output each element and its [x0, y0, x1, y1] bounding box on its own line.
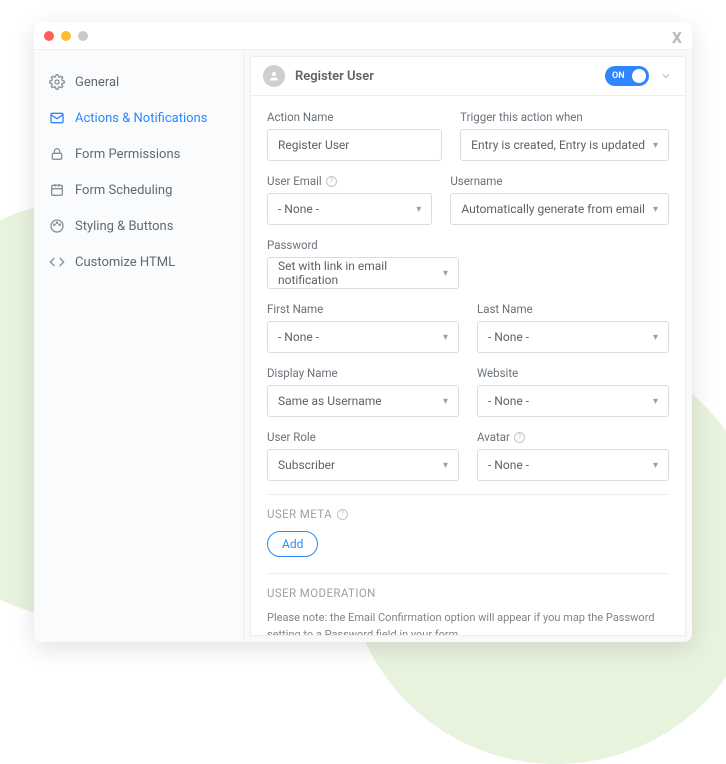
chevron-down-icon: ▾ — [443, 460, 448, 471]
trigger-label: Trigger this action when — [460, 110, 669, 124]
window-body: General Actions & Notifications Form Per… — [34, 50, 692, 642]
app-window: x General Actions & Notifications Form P — [34, 22, 692, 642]
user-role-label: User Role — [267, 430, 459, 444]
mail-icon — [49, 110, 65, 126]
gear-icon — [49, 74, 65, 90]
sidebar-item-label: Customize HTML — [75, 255, 175, 270]
username-label: Username — [450, 174, 669, 188]
trigger-select[interactable]: Entry is created, Entry is updated ▾ — [460, 129, 669, 161]
divider — [267, 573, 669, 574]
divider — [267, 494, 669, 495]
sidebar-item-label: Actions & Notifications — [75, 111, 207, 126]
panel-header: Register User ON — [250, 56, 686, 96]
chevron-down-icon: ▾ — [443, 268, 448, 279]
website-select[interactable]: - None -▾ — [477, 385, 669, 417]
first-name-label: First Name — [267, 302, 459, 316]
user-email-label: User Email? — [267, 174, 432, 188]
chevron-down-icon: ▾ — [653, 460, 658, 471]
website-label: Website — [477, 366, 669, 380]
minimize-dot[interactable] — [61, 31, 71, 41]
help-icon[interactable]: ? — [514, 432, 525, 443]
close-dot[interactable] — [44, 31, 54, 41]
sidebar-item-styling-buttons[interactable]: Styling & Buttons — [34, 208, 243, 244]
sidebar-item-form-permissions[interactable]: Form Permissions — [34, 136, 243, 172]
collapse-icon[interactable] — [659, 69, 673, 83]
chevron-down-icon: ▾ — [653, 332, 658, 343]
sidebar-item-general[interactable]: General — [34, 64, 243, 100]
toggle-label: ON — [612, 71, 625, 81]
panel-body: Action Name Register User Trigger this a… — [250, 96, 686, 636]
help-icon[interactable]: ? — [326, 176, 337, 187]
traffic-lights — [44, 31, 88, 41]
first-name-select[interactable]: - None -▾ — [267, 321, 459, 353]
palette-icon — [49, 218, 65, 234]
user-role-select[interactable]: Subscriber▾ — [267, 449, 459, 481]
chevron-down-icon: ▾ — [653, 396, 658, 407]
user-email-select[interactable]: - None -▾ — [267, 193, 432, 225]
user-icon — [263, 65, 285, 87]
action-name-label: Action Name — [267, 110, 442, 124]
add-user-meta-button[interactable]: Add — [267, 531, 318, 557]
panel-title: Register User — [295, 69, 374, 84]
sidebar-item-form-scheduling[interactable]: Form Scheduling — [34, 172, 243, 208]
chevron-down-icon: ▾ — [443, 332, 448, 343]
chevron-down-icon: ▾ — [416, 204, 421, 215]
password-select[interactable]: Set with link in email notification▾ — [267, 257, 459, 289]
lock-icon — [49, 146, 65, 162]
calendar-icon — [49, 182, 65, 198]
display-name-select[interactable]: Same as Username▾ — [267, 385, 459, 417]
toggle-knob — [632, 69, 646, 83]
close-icon[interactable]: x — [672, 24, 682, 48]
user-meta-title: USER META? — [267, 507, 669, 521]
code-icon — [49, 254, 65, 270]
main-panel: Register User ON Action Name Register Us — [244, 50, 692, 642]
sidebar-item-label: Styling & Buttons — [75, 219, 173, 234]
chevron-down-icon: ▾ — [653, 140, 658, 151]
avatar-select[interactable]: - None -▾ — [477, 449, 669, 481]
sidebar-item-label: General — [75, 75, 119, 90]
titlebar: x — [34, 22, 692, 50]
sidebar: General Actions & Notifications Form Per… — [34, 50, 244, 642]
help-icon[interactable]: ? — [337, 509, 348, 520]
chevron-down-icon: ▾ — [443, 396, 448, 407]
password-label: Password — [267, 238, 459, 252]
last-name-select[interactable]: - None -▾ — [477, 321, 669, 353]
last-name-label: Last Name — [477, 302, 669, 316]
user-moderation-note: Please note: the Email Confirmation opti… — [267, 610, 669, 636]
display-name-label: Display Name — [267, 366, 459, 380]
avatar-label: Avatar? — [477, 430, 669, 444]
user-moderation-title: USER MODERATION — [267, 586, 669, 600]
action-name-input[interactable]: Register User — [267, 129, 442, 161]
sidebar-item-customize-html[interactable]: Customize HTML — [34, 244, 243, 280]
maximize-dot[interactable] — [78, 31, 88, 41]
sidebar-item-label: Form Scheduling — [75, 183, 172, 198]
sidebar-item-actions-notifications[interactable]: Actions & Notifications — [34, 100, 243, 136]
chevron-down-icon: ▾ — [653, 204, 658, 215]
username-select[interactable]: Automatically generate from email▾ — [450, 193, 669, 225]
sidebar-item-label: Form Permissions — [75, 147, 180, 162]
enable-toggle[interactable]: ON — [605, 66, 649, 86]
